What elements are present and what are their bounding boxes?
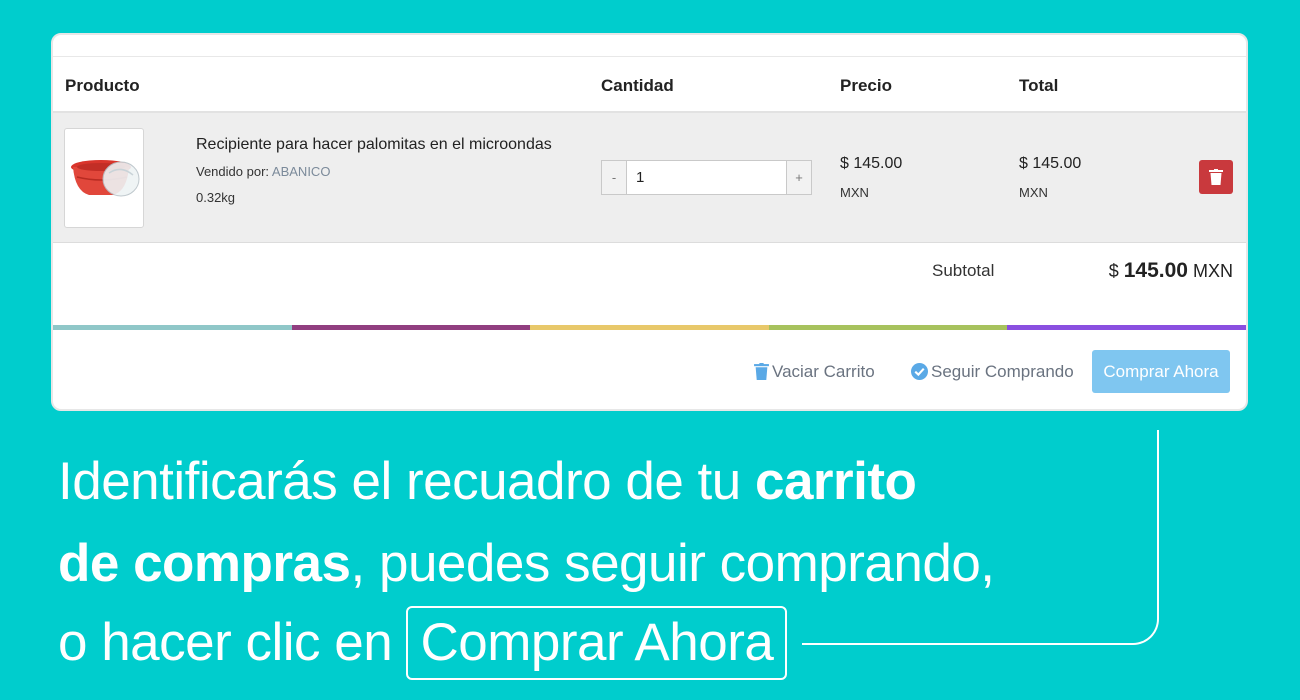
caption-text: Identificarás el recuadro de tu <box>58 452 755 511</box>
store-link[interactable]: ABANICO <box>272 164 331 179</box>
seller-info: Vendido por: ABANICO <box>196 164 330 179</box>
caption-text: o hacer clic en <box>58 613 393 672</box>
header-total: Total <box>1019 76 1059 95</box>
caption-line-2: de compras, puedes seguir comprando, <box>58 533 995 594</box>
header-price: Precio <box>840 76 892 95</box>
delete-item-button[interactable] <box>1199 160 1233 194</box>
stripe-segment <box>1007 325 1246 330</box>
caption-bold: de compras <box>58 534 351 593</box>
sold-by-label: Vendido por: <box>196 164 270 179</box>
unit-price: $ 145.00 <box>840 155 903 172</box>
cart-item-row: Recipiente para hacer palomitas en el mi… <box>53 113 1246 243</box>
quantity-decrease-button[interactable]: - <box>602 161 627 194</box>
empty-cart-button[interactable]: Vaciar Carrito <box>754 362 875 382</box>
stripe-segment <box>291 325 531 330</box>
continue-shopping-button[interactable]: Seguir Comprando <box>911 362 1074 382</box>
quantity-input[interactable]: 1 <box>636 169 644 186</box>
continue-shopping-label: Seguir Comprando <box>931 362 1074 381</box>
cart-panel: Producto Cantidad Precio Total Recipient… <box>51 33 1248 411</box>
stripe-segment <box>530 325 769 330</box>
header-product: Producto <box>65 76 140 95</box>
empty-cart-label: Vaciar Carrito <box>772 362 875 381</box>
product-weight: 0.32kg <box>196 190 236 205</box>
check-circle-icon <box>911 363 928 380</box>
buy-now-button[interactable]: Comprar Ahora <box>1092 350 1230 393</box>
stripe-segment <box>768 325 1008 330</box>
subtotal-symbol: $ <box>1108 261 1119 281</box>
line-total: $ 145.00 <box>1019 155 1082 172</box>
popcorn-bowl-icon <box>71 160 140 197</box>
unit-price-currency: MXN <box>840 185 869 200</box>
caption-bold: carrito <box>754 452 917 511</box>
product-name[interactable]: Recipiente para hacer palomitas en el mi… <box>196 136 552 154</box>
subtotal-label: Subtotal <box>932 261 995 280</box>
quantity-increase-button[interactable]: + <box>786 161 811 194</box>
stripe-segment <box>53 325 292 330</box>
caption-line-1: Identificarás el recuadro de tu carrito <box>58 451 917 512</box>
caption-boxed-button-label: Comprar Ahora <box>406 606 788 680</box>
product-image[interactable] <box>64 128 144 228</box>
subtotal-currency: MXN <box>1193 261 1233 281</box>
caption-text: , puedes seguir comprando, <box>350 534 996 593</box>
color-stripe-divider <box>53 325 1246 330</box>
subtotal-amount: 145.00 <box>1123 259 1188 282</box>
cart-table-header: Producto Cantidad Precio Total <box>53 56 1246 113</box>
quantity-stepper: - 1 + <box>601 160 812 195</box>
subtotal-value: $ 145.00 MXN <box>1109 259 1233 283</box>
line-total-currency: MXN <box>1019 185 1048 200</box>
trash-icon <box>1209 169 1223 185</box>
trash-icon <box>754 363 769 380</box>
header-quantity: Cantidad <box>601 76 674 95</box>
caption-line-3: o hacer clic en Comprar Ahora <box>58 606 788 680</box>
